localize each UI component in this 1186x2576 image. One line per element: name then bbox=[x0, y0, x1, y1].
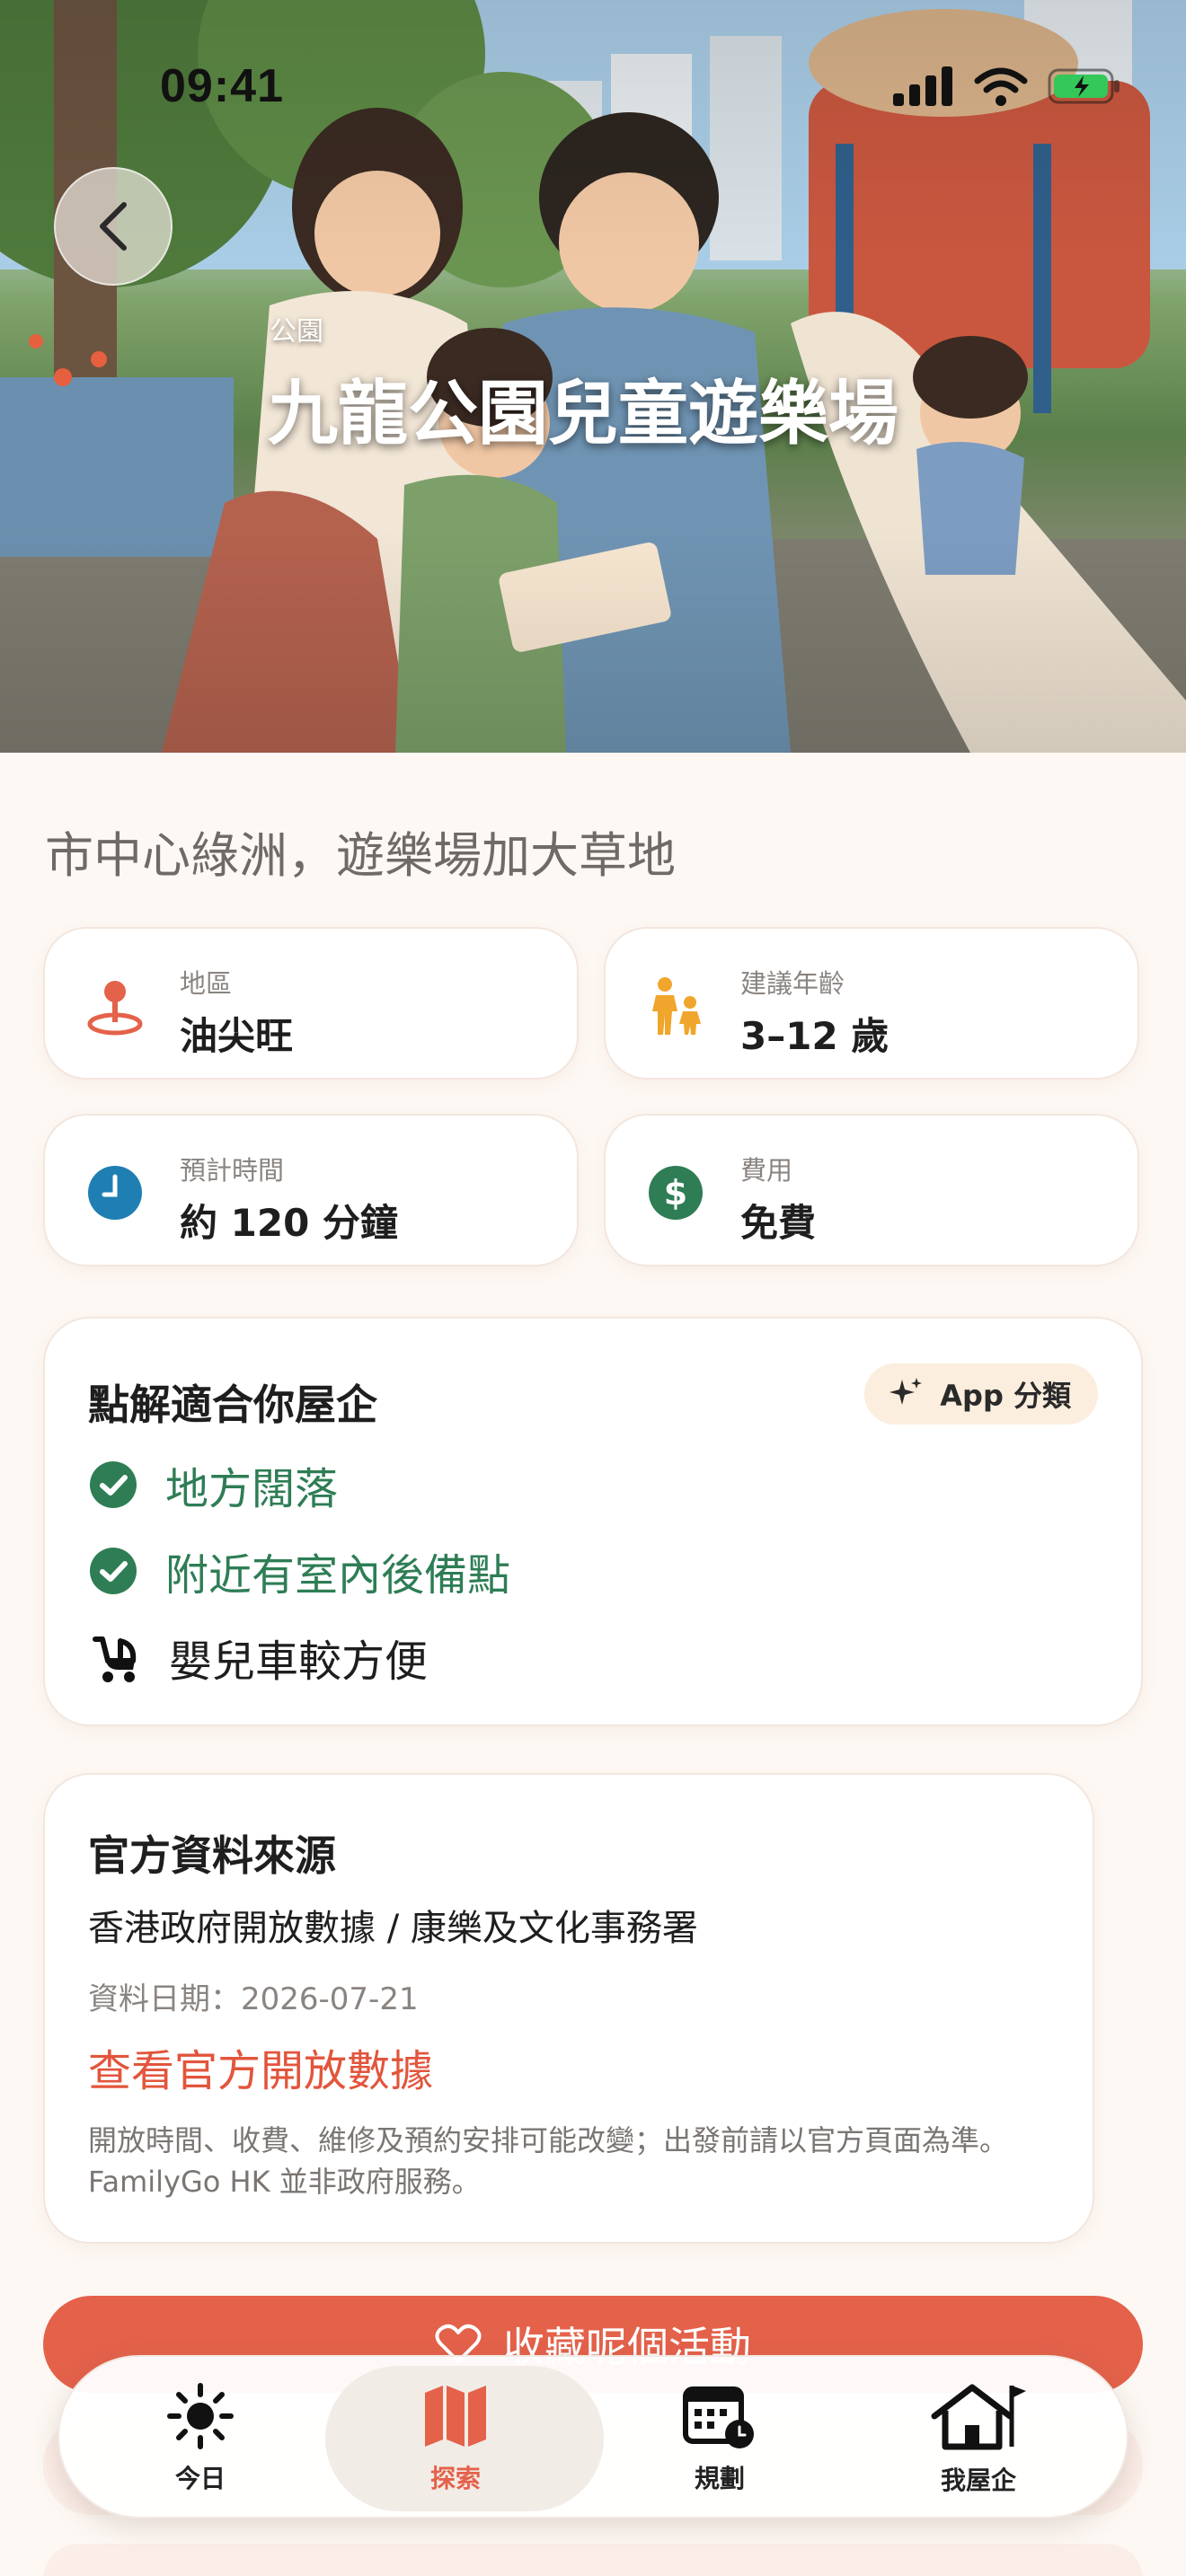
info-label: 地區 bbox=[180, 968, 233, 999]
info-value: 免費 bbox=[740, 1201, 817, 1245]
official-source-card: 官方資料來源 香港政府開放數據 / 康樂及文化事務署 資料日期：2026-07-… bbox=[43, 1773, 1094, 2244]
hero-image: 09:41 公園 九龍公園兒童遊樂場 bbox=[0, 0, 1186, 753]
info-card-duration: 預計時間 約 120 分鐘 bbox=[43, 1114, 579, 1266]
map-icon bbox=[425, 2386, 486, 2447]
status-time: 09:41 bbox=[160, 60, 284, 112]
check-circle-icon bbox=[90, 1548, 137, 1594]
tab-label: 今日 bbox=[174, 2464, 226, 2493]
info-value: 3–12 歲 bbox=[740, 1014, 890, 1058]
source-title: 官方資料來源 bbox=[88, 1831, 336, 1880]
info-label: 建議年齡 bbox=[740, 968, 845, 999]
info-card-fee: $ 費用 免費 bbox=[604, 1114, 1139, 1266]
battery-icon bbox=[1048, 68, 1120, 104]
tab-label: 我屋企 bbox=[940, 2466, 1016, 2495]
tab-today[interactable]: 今日 bbox=[70, 2357, 331, 2520]
info-label: 預計時間 bbox=[180, 1155, 285, 1186]
hero-category: 公園 bbox=[270, 316, 323, 348]
why-item-text: 附近有室內後備點 bbox=[165, 1550, 511, 1601]
why-suitable-card: 點解適合你屋企 App 分類 地方闊落 附近有室內後備點 嬰兒車較方便 bbox=[43, 1317, 1143, 1726]
info-card-district: 地區 油尖旺 bbox=[43, 927, 579, 1080]
info-card-age: 建議年齡 3–12 歲 bbox=[604, 927, 1139, 1080]
app-category-badge: App 分類 bbox=[864, 1363, 1098, 1425]
tab-plan[interactable]: 規劃 bbox=[589, 2357, 850, 2520]
activity-detail-screen: 09:41 公園 九龍公園兒童遊樂場 市中心綠洲，遊樂場加大草地 地區 油尖旺 … bbox=[0, 0, 1186, 2576]
why-title: 點解適合你屋企 bbox=[88, 1381, 377, 1429]
sun-icon bbox=[167, 2383, 234, 2449]
calendar-icon bbox=[683, 2386, 754, 2448]
tab-my-home[interactable]: 我屋企 bbox=[848, 2357, 1109, 2520]
info-label: 費用 bbox=[740, 1155, 793, 1186]
sparkle-icon bbox=[890, 1378, 923, 1405]
source-org: 香港政府開放數據 / 康樂及文化事務署 bbox=[88, 1908, 698, 1949]
why-item: 附近有室內後備點 bbox=[88, 1539, 510, 1602]
back-button[interactable] bbox=[54, 167, 173, 286]
family-icon bbox=[652, 977, 701, 1035]
tab-label: 探索 bbox=[429, 2464, 481, 2493]
tab-explore[interactable]: 探索 bbox=[325, 2357, 604, 2520]
official-data-link[interactable]: 查看官方開放數據 bbox=[88, 2035, 433, 2098]
chevron-left-icon bbox=[100, 202, 127, 251]
tab-label: 規劃 bbox=[694, 2464, 745, 2493]
secondary-action-row bbox=[43, 2544, 1143, 2576]
location-pin-icon bbox=[87, 981, 143, 1036]
stroller-icon bbox=[93, 1636, 137, 1682]
tab-bar: 今日 探索 規劃 我屋企 bbox=[58, 2355, 1128, 2519]
why-item-text: 嬰兒車較方便 bbox=[169, 1636, 429, 1687]
source-date: 資料日期：2026-07-21 bbox=[88, 1981, 419, 2017]
status-icons bbox=[893, 66, 1121, 106]
why-item: 嬰兒車較方便 bbox=[88, 1626, 428, 1689]
check-circle-icon bbox=[90, 1461, 137, 1508]
why-item-text: 地方闊落 bbox=[165, 1464, 339, 1514]
svg-text:$: $ bbox=[664, 1173, 687, 1213]
info-value: 約 120 分鐘 bbox=[180, 1201, 398, 1245]
info-value: 油尖旺 bbox=[180, 1014, 294, 1058]
tagline: 市中心綠洲，遊樂場加大草地 bbox=[45, 827, 676, 884]
disclaimer-note: 開放時間、收費、維修及預約安排可能改變；出發前請以官方頁面為準。FamilyGo… bbox=[88, 2123, 1009, 2199]
signal-icon bbox=[893, 66, 952, 106]
home-icon bbox=[931, 2384, 1026, 2450]
clock-icon bbox=[88, 1166, 142, 1220]
why-item: 地方闊落 bbox=[88, 1453, 338, 1516]
dollar-icon: $ bbox=[649, 1166, 703, 1220]
wifi-icon bbox=[974, 67, 1028, 106]
page-title: 九龍公園兒童遊樂場 bbox=[268, 374, 899, 454]
app-badge-label: App 分類 bbox=[940, 1379, 1071, 1413]
